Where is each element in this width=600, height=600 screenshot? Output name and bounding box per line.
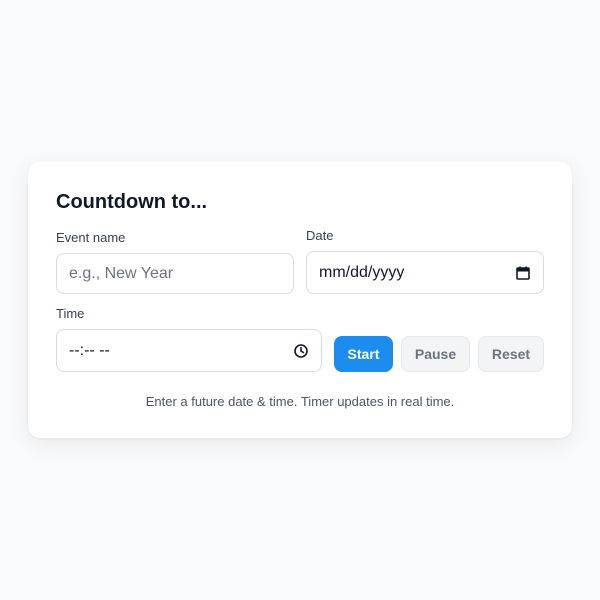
start-button[interactable]: Start bbox=[334, 336, 393, 372]
reset-button[interactable]: Reset bbox=[478, 336, 544, 372]
clock-icon[interactable] bbox=[293, 343, 309, 359]
time-placeholder: --:-- -- bbox=[69, 341, 110, 359]
time-input[interactable]: --:-- -- bbox=[56, 329, 322, 372]
time-label: Time bbox=[56, 306, 85, 321]
pause-button[interactable]: Pause bbox=[401, 336, 470, 372]
card-title: Countdown to... bbox=[56, 191, 208, 213]
date-placeholder: mm/dd/yyyy bbox=[319, 263, 405, 281]
event-name-placeholder: e.g., New Year bbox=[69, 264, 174, 282]
countdown-card: Countdown to... Event name e.g., New Yea… bbox=[28, 162, 572, 438]
date-input[interactable]: mm/dd/yyyy bbox=[306, 251, 544, 294]
event-name-label: Event name bbox=[56, 230, 126, 245]
helper-text: Enter a future date & time. Timer update… bbox=[145, 394, 455, 409]
event-name-input[interactable]: e.g., New Year bbox=[56, 253, 294, 294]
calendar-icon[interactable] bbox=[515, 265, 531, 281]
date-label: Date bbox=[306, 228, 334, 243]
